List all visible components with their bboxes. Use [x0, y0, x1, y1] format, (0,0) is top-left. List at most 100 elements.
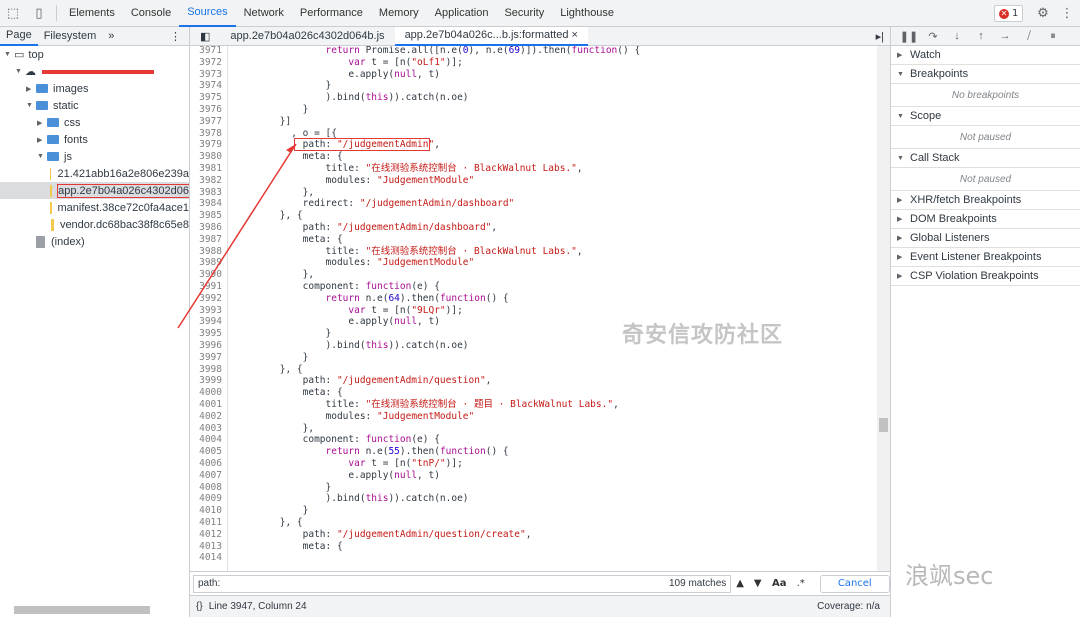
expand-arrow-icon[interactable]: ▼: [26, 102, 36, 109]
tree-item[interactable]: ▼ ☁: [0, 63, 189, 80]
code-line[interactable]: 3990 },: [190, 269, 877, 281]
code-line[interactable]: 3987 meta: {: [190, 234, 877, 246]
code-editor[interactable]: 3971 return Promise.all([n.e(0), n.e(69)…: [190, 46, 877, 581]
close-tab-icon[interactable]: ×: [572, 29, 578, 41]
tab-filesystem[interactable]: Filesystem: [38, 27, 103, 46]
next-match-icon[interactable]: ▼: [749, 578, 767, 589]
line-number[interactable]: 3973: [190, 69, 222, 81]
tree-item[interactable]: ▼ js: [0, 148, 189, 165]
expand-arrow-icon[interactable]: ▼: [37, 153, 47, 160]
code-line[interactable]: 4009 ).bind(this)).catch(n.oe): [190, 493, 877, 505]
code-line[interactable]: 4006 var t = [n("tnP/")];: [190, 458, 877, 470]
tree-item[interactable]: ▶ css: [0, 114, 189, 131]
line-number[interactable]: 3998: [190, 364, 222, 376]
code-line[interactable]: 4012 path: "/judgementAdmin/question/cre…: [190, 529, 877, 541]
section-dom-breakpoints[interactable]: ▶ DOM Breakpoints: [891, 210, 1080, 229]
code-line[interactable]: 4008 }: [190, 482, 877, 494]
line-number[interactable]: 3984: [190, 198, 222, 210]
expand-arrow-icon[interactable]: ▶: [37, 119, 47, 127]
expand-arrow-icon[interactable]: ▶: [26, 85, 36, 93]
line-number[interactable]: 3989: [190, 257, 222, 269]
tree-item[interactable]: ▼ ▭ top: [0, 46, 189, 63]
settings-gear-icon[interactable]: ⚙: [1030, 0, 1056, 27]
line-number[interactable]: 3974: [190, 80, 222, 92]
format-icon[interactable]: {}: [190, 601, 209, 612]
line-number[interactable]: 3997: [190, 352, 222, 364]
cancel-button[interactable]: Cancel: [819, 574, 891, 593]
more-tabs-icon[interactable]: »: [102, 27, 120, 46]
code-line[interactable]: 3982 modules: "JudgementModule": [190, 175, 877, 187]
tab-sources[interactable]: Sources: [179, 0, 236, 27]
code-line[interactable]: 3976 }: [190, 104, 877, 116]
editor-tab-app-js[interactable]: app.2e7b04a026c4302d064b.js: [220, 27, 394, 46]
line-number[interactable]: 3977: [190, 116, 222, 128]
tree-item[interactable]: ▼ static: [0, 97, 189, 114]
line-number[interactable]: 3986: [190, 222, 222, 234]
code-line[interactable]: 3985 }, {: [190, 210, 877, 222]
line-number[interactable]: 4009: [190, 493, 222, 505]
code-line[interactable]: 4013 meta: {: [190, 541, 877, 553]
code-line[interactable]: 3977 }]: [190, 116, 877, 128]
code-line[interactable]: 3981 title: "在线测验系统控制台 · BlackWalnut Lab…: [190, 163, 877, 175]
line-number[interactable]: 3979: [190, 139, 222, 151]
line-number[interactable]: 4003: [190, 423, 222, 435]
line-number[interactable]: 3982: [190, 175, 222, 187]
navigator-menu-icon[interactable]: ⋮: [170, 30, 189, 43]
tab-application[interactable]: Application: [427, 0, 497, 27]
line-number[interactable]: 3980: [190, 151, 222, 163]
code-line[interactable]: 4007 e.apply(null, t): [190, 470, 877, 482]
line-number[interactable]: 3987: [190, 234, 222, 246]
tab-page[interactable]: Page: [0, 27, 38, 46]
coverage-status[interactable]: Coverage: n/a: [817, 601, 890, 612]
code-line[interactable]: 3984 redirect: "/judgementAdmin/dashboar…: [190, 198, 877, 210]
code-line[interactable]: 4000 meta: {: [190, 387, 877, 399]
code-line[interactable]: 4010 }: [190, 505, 877, 517]
section-csp-violation-breakpoints[interactable]: ▶ CSP Violation Breakpoints: [891, 267, 1080, 286]
tab-network[interactable]: Network: [236, 0, 292, 27]
line-number[interactable]: 3972: [190, 57, 222, 69]
line-number[interactable]: 3978: [190, 128, 222, 140]
code-line[interactable]: 3991 component: function(e) {: [190, 281, 877, 293]
tab-elements[interactable]: Elements: [61, 0, 123, 27]
toggle-navigator-icon[interactable]: ◧: [190, 27, 220, 46]
line-number[interactable]: 3971: [190, 46, 222, 57]
tree-item[interactable]: manifest.38ce72c0fa4ace1: [0, 199, 189, 216]
line-number[interactable]: 4010: [190, 505, 222, 517]
code-line[interactable]: 4004 component: function(e) {: [190, 434, 877, 446]
line-number[interactable]: 4004: [190, 434, 222, 446]
tree-item[interactable]: (index): [0, 233, 189, 250]
code-line[interactable]: 4001 title: "在线测验系统控制台 · 题目 · BlackWalnu…: [190, 399, 877, 411]
line-number[interactable]: 3992: [190, 293, 222, 305]
code-line[interactable]: 3989 modules: "JudgementModule": [190, 257, 877, 269]
line-number[interactable]: 3990: [190, 269, 222, 281]
tab-security[interactable]: Security: [496, 0, 552, 27]
error-badge[interactable]: ✕ 1: [994, 5, 1024, 22]
toggle-debugger-icon[interactable]: ▸|: [876, 30, 890, 43]
line-number[interactable]: 3996: [190, 340, 222, 352]
expand-arrow-icon[interactable]: ▶: [37, 136, 47, 144]
scroll-thumb[interactable]: [879, 418, 888, 432]
expand-arrow-icon[interactable]: ▼: [15, 68, 25, 75]
editor-vertical-scrollbar[interactable]: [877, 46, 890, 581]
line-number[interactable]: 4000: [190, 387, 222, 399]
code-line[interactable]: 3975 ).bind(this)).catch(n.oe): [190, 92, 877, 104]
line-number[interactable]: 3988: [190, 246, 222, 258]
line-number[interactable]: 4008: [190, 482, 222, 494]
tree-item[interactable]: ▶ fonts: [0, 131, 189, 148]
line-number[interactable]: 4001: [190, 399, 222, 411]
code-line[interactable]: 3992 return n.e(64).then(function() {: [190, 293, 877, 305]
inspect-element-icon[interactable]: ⬚: [0, 0, 26, 27]
line-number[interactable]: 3994: [190, 316, 222, 328]
section-scope[interactable]: ▼ Scope: [891, 107, 1080, 126]
search-input[interactable]: path: 109 matches: [193, 574, 732, 593]
line-number[interactable]: 3995: [190, 328, 222, 340]
code-line[interactable]: 4011 }, {: [190, 517, 877, 529]
code-line[interactable]: 3974 }: [190, 80, 877, 92]
line-number[interactable]: 3985: [190, 210, 222, 222]
line-number[interactable]: 4013: [190, 541, 222, 553]
code-line[interactable]: 3997 }: [190, 352, 877, 364]
tab-performance[interactable]: Performance: [292, 0, 371, 27]
tree-item[interactable]: ▶ images: [0, 80, 189, 97]
tree-item[interactable]: vendor.dc68bac38f8c65e8: [0, 216, 189, 233]
code-line[interactable]: 3998 }, {: [190, 364, 877, 376]
